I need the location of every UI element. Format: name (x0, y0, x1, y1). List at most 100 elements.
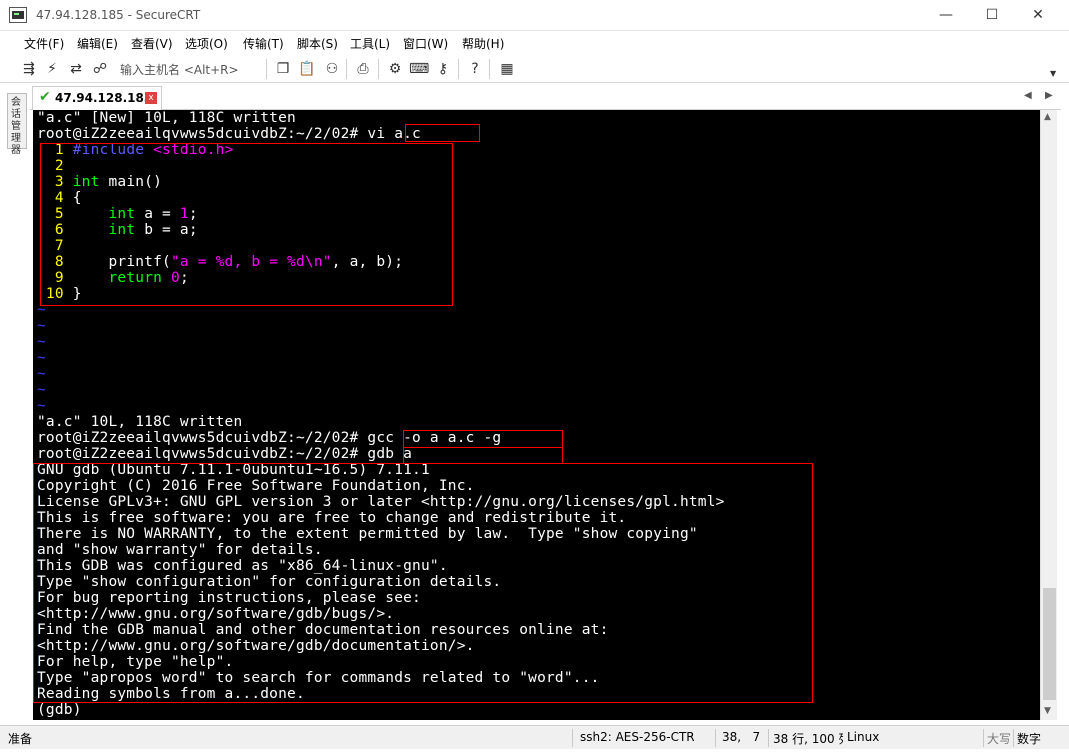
toolbar: ⇶ ⚡ ⇄ ☍ 输入主机名 <Alt+R> ❐ 📋 ⚇ ⎙ ⚙ ⌨ ⚷ ? ▦ … (0, 55, 1069, 83)
vim-line: 8 printf("a = %d, b = %d\n", a, b); (37, 254, 404, 270)
gdb-output-line: GNU gdb (Ubuntu 7.11.1-0ubuntu1~16.5) 7.… (37, 462, 430, 478)
vim-line: 4 { (37, 190, 82, 206)
settings-icon[interactable]: ⚙ (385, 59, 405, 79)
menu-tools[interactable]: 工具(L) (350, 35, 390, 52)
terminal[interactable]: "a.c" [New] 10L, 118C written root@iZ2ze… (33, 110, 1040, 720)
menu-window[interactable]: 窗口(W) (403, 35, 448, 52)
gdb-output-line: and "show warranty" for details. (37, 542, 323, 558)
terminal-scrollbar[interactable]: ▲ ▼ (1040, 110, 1057, 720)
vim-empty-line: ~ (37, 398, 46, 414)
gdb-output-line: For help, type "help". (37, 654, 234, 670)
vim-empty-line: ~ (37, 366, 46, 382)
vim-empty-line: ~ (37, 334, 46, 350)
gdb-output-line: For bug reporting instructions, please s… (37, 590, 421, 606)
gdb-output-line: This is free software: you are free to c… (37, 510, 627, 526)
toolbar-separator (458, 59, 459, 79)
status-num-lock: 数字 (1017, 732, 1042, 746)
status-terminal-size: 38 行, 100 列 (773, 732, 843, 746)
vim-line: 5 int a = 1; (37, 206, 198, 222)
keymap-icon[interactable]: ⌨ (409, 59, 429, 79)
minimize-button[interactable]: — (923, 0, 969, 31)
tab-label: 47.94.128.185 (55, 91, 153, 105)
maximize-button[interactable]: ☐ (969, 0, 1015, 31)
status-ready: 准备 (8, 732, 33, 746)
tab-close-icon[interactable]: x (145, 92, 157, 104)
status-os: Linux (847, 730, 880, 744)
close-button[interactable]: ✕ (1015, 0, 1061, 31)
status-caps-lock: 大写 (987, 732, 1012, 746)
title-bar: 47.94.128.185 - SecureCRT — ☐ ✕ (0, 0, 1069, 31)
gdb-prompt: (gdb) (37, 702, 91, 718)
vim-line: 9 return 0; (37, 270, 189, 286)
vim-empty-line: ~ (37, 318, 46, 334)
menu-help[interactable]: 帮助(H) (462, 35, 504, 52)
gdb-output-line: License GPLv3+: GNU GPL version 3 or lat… (37, 494, 725, 510)
menu-script[interactable]: 脚本(S) (297, 35, 338, 52)
vim-empty-line: ~ (37, 382, 46, 398)
menu-transfer[interactable]: 传输(T) (243, 35, 284, 52)
status-separator (715, 729, 716, 747)
toolbar-separator (378, 59, 379, 79)
vim-line: 3 int main() (37, 174, 163, 190)
status-bar: 准备 ssh2: AES-256-CTR 38, 7 38 行, 100 列 L… (0, 725, 1069, 749)
terminal-line: root@iZ2zeeailqvwws5dcuivdbZ:~/2/02# gcc… (37, 430, 502, 446)
vim-line: 10 } (37, 286, 82, 302)
gdb-output-line: Reading symbols from a...done. (37, 686, 305, 702)
gdb-output-line: There is NO WARRANTY, to the extent perm… (37, 526, 698, 542)
menu-options[interactable]: 选项(O) (185, 35, 228, 52)
paste-icon[interactable]: 📋 (297, 59, 317, 79)
host-input[interactable]: 输入主机名 <Alt+R> (120, 61, 239, 78)
tab-prev-icon[interactable]: ◀ (1024, 90, 1032, 101)
tab-next-icon[interactable]: ▶ (1045, 90, 1053, 101)
status-separator (983, 729, 984, 747)
toolbar-separator (489, 59, 490, 79)
terminal-line: root@iZ2zeeailqvwws5dcuivdbZ:~/2/02# vi … (37, 126, 421, 142)
gdb-output-line: Copyright (C) 2016 Free Software Foundat… (37, 478, 475, 494)
tab-bar: ✔ 47.94.128.185 x ◀ ▶ (30, 84, 1061, 110)
status-separator (768, 729, 769, 747)
reconnect-icon[interactable]: ⇄ (66, 59, 86, 79)
vim-line: 6 int b = a; (37, 222, 198, 238)
gdb-output-line: Type "show configuration" for configurat… (37, 574, 502, 590)
gdb-output-line: <http://www.gnu.org/software/gdb/bugs/>. (37, 606, 395, 622)
toolbar-separator (266, 59, 267, 79)
scroll-thumb[interactable] (1043, 588, 1056, 700)
print-icon[interactable]: ⎙ (353, 59, 373, 79)
scroll-down-icon[interactable]: ▼ (1044, 706, 1051, 716)
find-icon[interactable]: ⚇ (322, 59, 342, 79)
status-separator (1013, 729, 1014, 747)
menu-edit[interactable]: 编辑(E) (77, 35, 118, 52)
vim-line: 7 (37, 238, 73, 254)
session-manager-label: 会话管理器 (11, 97, 21, 156)
terminal-line: root@iZ2zeeailqvwws5dcuivdbZ:~/2/02# gdb… (37, 446, 413, 462)
terminal-line: "a.c" [New] 10L, 118C written (37, 110, 296, 126)
key-icon[interactable]: ⚷ (433, 59, 453, 79)
tab-session[interactable]: ✔ 47.94.128.185 x (32, 86, 162, 110)
terminal-line: "a.c" 10L, 118C written (37, 414, 243, 430)
toolbar-separator (346, 59, 347, 79)
vim-line: 1 #include <stdio.h> (37, 142, 234, 158)
scroll-up-icon[interactable]: ▲ (1044, 112, 1051, 122)
link-icon[interactable]: ☍ (90, 59, 110, 79)
vim-line: 2 (37, 158, 73, 174)
gdb-output-line: <http://www.gnu.org/software/gdb/documen… (37, 638, 475, 654)
status-cipher: ssh2: AES-256-CTR (580, 730, 695, 744)
menu-view[interactable]: 查看(V) (131, 35, 173, 52)
connect-icon[interactable]: ⇶ (19, 59, 39, 79)
session-manager-tab[interactable]: 会话管理器 (7, 93, 27, 156)
status-cursor-position: 38, 7 (722, 730, 761, 744)
copy-icon[interactable]: ❐ (273, 59, 293, 79)
vim-empty-line: ~ (37, 350, 46, 366)
help-icon[interactable]: ? (465, 59, 485, 79)
menu-bar: 文件(F) 编辑(E) 查看(V) 选项(O) 传输(T) 脚本(S) 工具(L… (0, 31, 1069, 55)
connected-check-icon: ✔ (39, 89, 51, 105)
sftp-icon[interactable]: ▦ (497, 59, 517, 79)
quick-connect-icon[interactable]: ⚡ (42, 59, 62, 79)
gdb-output-line: Type "apropos word" to search for comman… (37, 670, 600, 686)
gdb-output-line: This GDB was configured as "x86_64-linux… (37, 558, 448, 574)
menu-file[interactable]: 文件(F) (24, 35, 64, 52)
gdb-output-line: Find the GDB manual and other documentat… (37, 622, 609, 638)
toolbar-dropdown-icon[interactable]: ▼ (1050, 69, 1056, 78)
window-title: 47.94.128.185 - SecureCRT (36, 8, 201, 22)
status-separator (572, 729, 573, 747)
